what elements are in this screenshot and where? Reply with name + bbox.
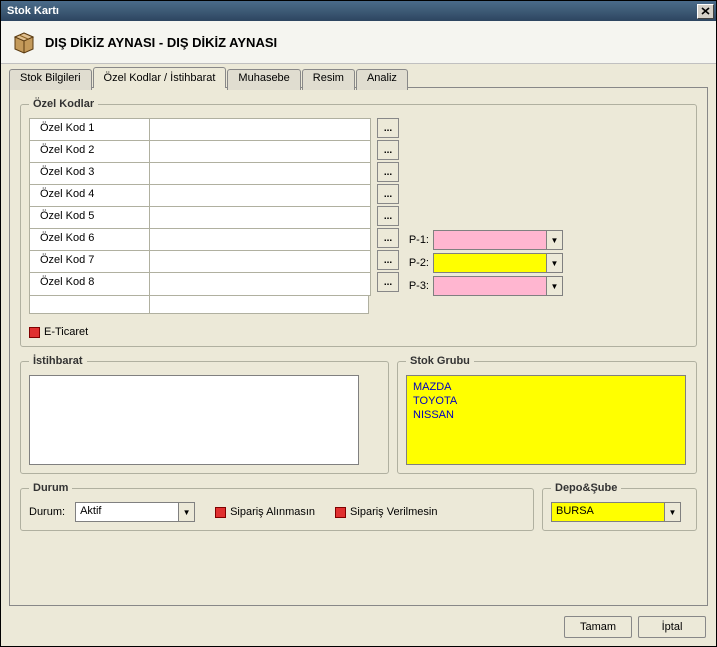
stok-grubu-item[interactable]: TOYOTA [413,394,679,408]
ozel-kod-7-lookup[interactable]: ... [377,250,399,270]
ok-button[interactable]: Tamam [564,616,632,638]
ozel-kod-1-value[interactable] [150,119,370,141]
ozel-kod-1-lookup[interactable]: ... [377,118,399,138]
istihbarat-textarea[interactable] [29,375,359,465]
siparis-alinmasin-checkbox[interactable] [215,507,226,518]
siparis-verilmesin-label: Sipariş Verilmesin [350,506,437,518]
dropdown-arrow-icon[interactable]: ▼ [178,503,194,521]
ozel-kod-4-lookup[interactable]: ... [377,184,399,204]
p2-color-combo[interactable]: ▼ [433,253,563,273]
header: DIŞ DİKİZ AYNASI - DIŞ DİKİZ AYNASI [1,21,716,64]
stok-grubu-item[interactable]: NISSAN [413,408,679,422]
dropdown-arrow-icon[interactable]: ▼ [546,231,562,249]
ozel-kodlar-group: Özel Kodlar Özel Kod 1 Özel Kod 2 Özel K… [20,98,697,347]
tab-strip: Stok Bilgileri Özel Kodlar / İstihbarat … [9,67,708,88]
ozel-kod-6-lookup[interactable]: ... [377,228,399,248]
ozel-kod-7-label: Özel Kod 7 [30,251,150,273]
ozel-kod-3-label: Özel Kod 3 [30,163,150,185]
stok-grubu-group: Stok Grubu MAZDA TOYOTA NISSAN [397,355,697,474]
p3-swatch [434,277,546,295]
tab-panel: Özel Kodlar Özel Kod 1 Özel Kod 2 Özel K… [9,87,708,606]
durum-group: Durum Durum: Aktif ▼ Sipariş Alınmasın S… [20,482,534,531]
ozel-kod-8-lookup[interactable]: ... [377,272,399,292]
ozel-kod-2-lookup[interactable]: ... [377,140,399,160]
p1-label: P-1: [405,234,429,246]
tab-ozel-kodlar[interactable]: Özel Kodlar / İstihbarat [93,67,227,88]
ozel-kod-5-value[interactable] [150,207,370,229]
p3-color-combo[interactable]: ▼ [433,276,563,296]
depo-sube-group: Depo&Şube BURSA ▼ [542,482,697,531]
window: Stok Kartı DIŞ DİKİZ AYNASI - DIŞ DİKİZ … [0,0,717,647]
depo-sube-legend: Depo&Şube [551,482,621,494]
ozel-kod-8-label: Özel Kod 8 [30,273,150,295]
titlebar: Stok Kartı [1,1,716,21]
p2-swatch [434,254,546,272]
stok-grubu-item[interactable]: MAZDA [413,380,679,394]
siparis-alinmasin-label: Sipariş Alınmasın [230,506,315,518]
button-bar: Tamam İptal [1,610,716,646]
durum-value: Aktif [76,503,178,521]
ozel-kodlar-legend: Özel Kodlar [29,98,98,110]
p1-color-combo[interactable]: ▼ [433,230,563,250]
stok-grubu-list[interactable]: MAZDA TOYOTA NISSAN [406,375,686,465]
ozel-kod-8-value[interactable] [150,273,370,295]
istihbarat-legend: İstihbarat [29,355,87,367]
durum-label: Durum: [29,506,65,518]
siparis-verilmesin-checkbox[interactable] [335,507,346,518]
ozel-kod-4-label: Özel Kod 4 [30,185,150,207]
ozel-kod-2-value[interactable] [150,141,370,163]
ozel-kod-footer-row[interactable] [29,296,369,314]
tab-muhasebe[interactable]: Muhasebe [227,69,300,90]
stok-grubu-legend: Stok Grubu [406,355,474,367]
cancel-button[interactable]: İptal [638,616,706,638]
tab-stok-bilgileri[interactable]: Stok Bilgileri [9,69,92,90]
ozel-kod-table: Özel Kod 1 Özel Kod 2 Özel Kod 3 Özel Ko… [29,118,371,296]
tab-analiz[interactable]: Analiz [356,69,408,90]
tab-resim[interactable]: Resim [302,69,355,90]
durum-legend: Durum [29,482,72,494]
ozel-kod-5-label: Özel Kod 5 [30,207,150,229]
istihbarat-group: İstihbarat [20,355,389,474]
durum-combo[interactable]: Aktif ▼ [75,502,195,522]
depo-combo[interactable]: BURSA ▼ [551,502,681,522]
window-title: Stok Kartı [7,5,697,17]
ozel-kod-5-lookup[interactable]: ... [377,206,399,226]
dropdown-arrow-icon[interactable]: ▼ [546,254,562,272]
ozel-kod-6-label: Özel Kod 6 [30,229,150,251]
eticaret-checkbox[interactable] [29,327,40,338]
eticaret-label: E-Ticaret [44,326,88,338]
close-button[interactable] [697,4,714,19]
box-icon [11,29,37,55]
p3-label: P-3: [405,280,429,292]
p1-swatch [434,231,546,249]
ozel-kod-4-value[interactable] [150,185,370,207]
ozel-kod-1-label: Özel Kod 1 [30,119,150,141]
ozel-kod-2-label: Özel Kod 2 [30,141,150,163]
dropdown-arrow-icon[interactable]: ▼ [546,277,562,295]
p2-label: P-2: [405,257,429,269]
header-title: DIŞ DİKİZ AYNASI - DIŞ DİKİZ AYNASI [45,35,277,50]
dropdown-arrow-icon[interactable]: ▼ [664,503,680,521]
depo-value: BURSA [552,503,664,521]
ozel-kod-7-value[interactable] [150,251,370,273]
ozel-kod-6-value[interactable] [150,229,370,251]
ozel-kod-3-value[interactable] [150,163,370,185]
ozel-kod-3-lookup[interactable]: ... [377,162,399,182]
